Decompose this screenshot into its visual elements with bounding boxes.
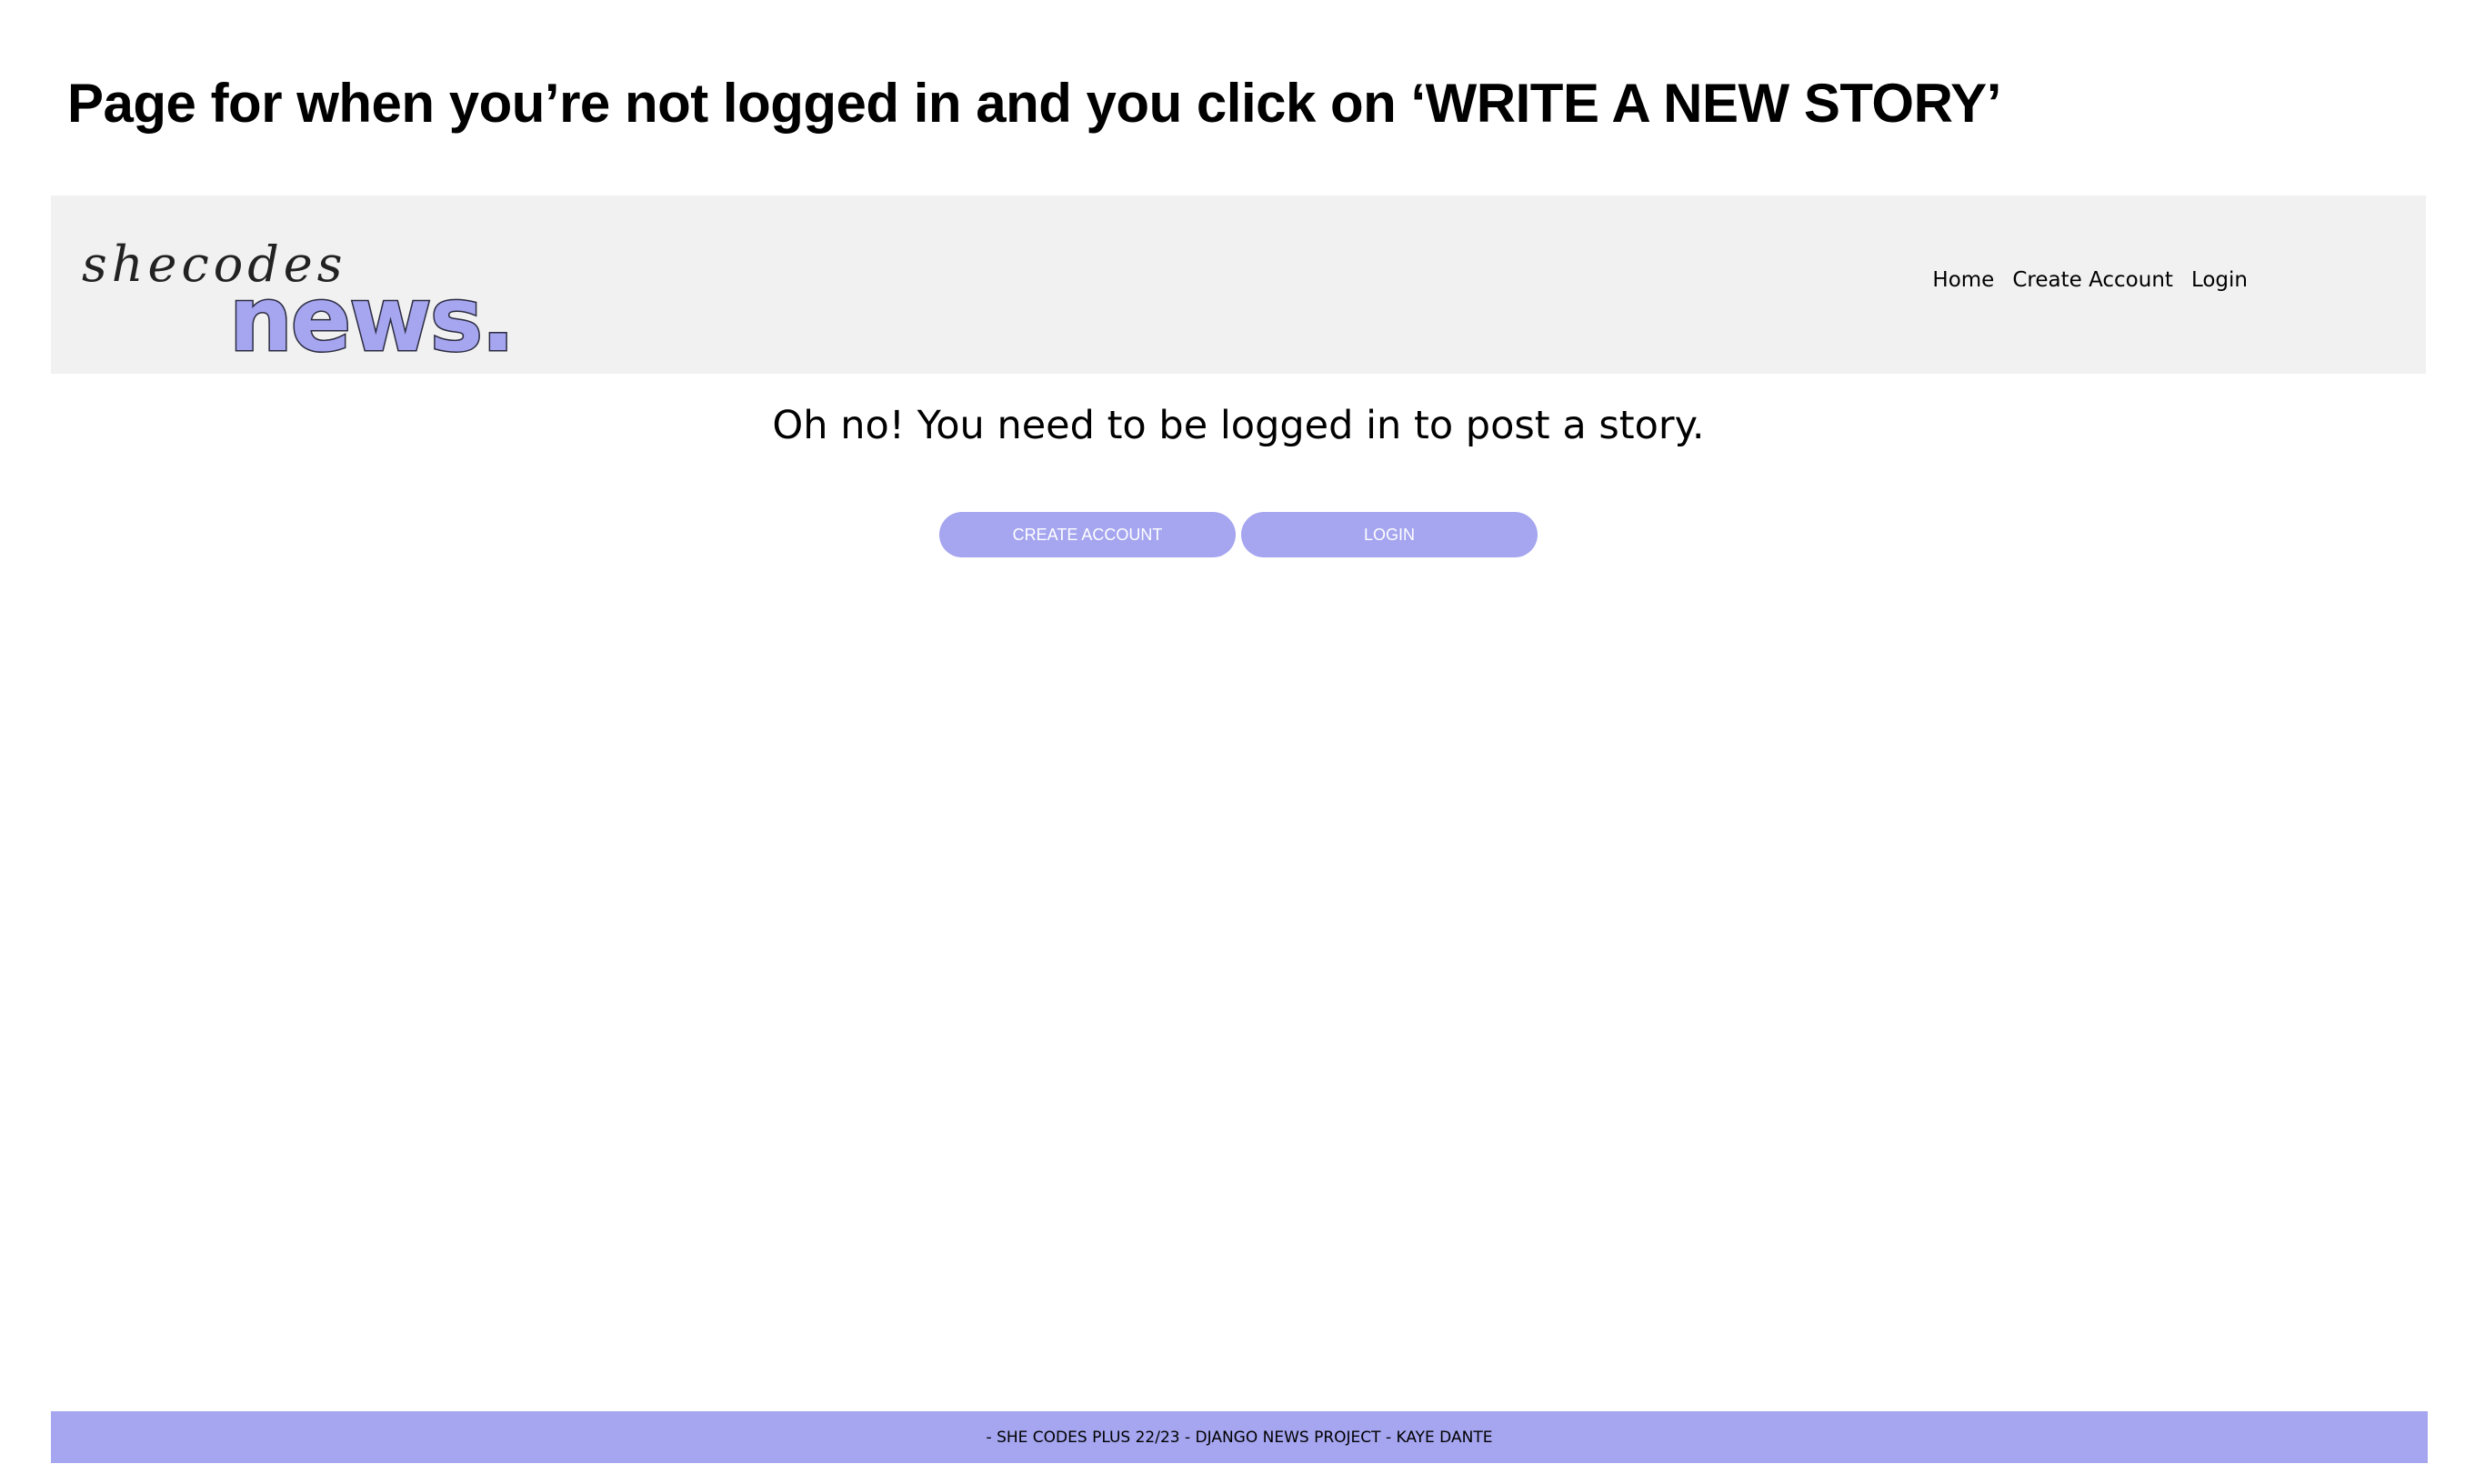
main-nav: Home Create Account Login [1932,268,2248,292]
auth-actions: CREATE ACCOUNT LOGIN [939,512,1538,557]
login-required-message: Oh no! You need to be logged in to post … [772,403,1705,448]
site-footer: - SHE CODES PLUS 22/23 - DJANGO NEWS PRO… [51,1411,2428,1463]
create-account-button[interactable]: CREATE ACCOUNT [939,512,1236,557]
site-header: shecodes news. Home Create Account Login [51,196,2426,374]
site-logo[interactable]: shecodes news. [78,216,533,361]
nav-home-link[interactable]: Home [1932,268,1994,292]
nav-login-link[interactable]: Login [2191,268,2248,292]
nav-create-account-link[interactable]: Create Account [2012,268,2173,292]
login-button[interactable]: LOGIN [1241,512,1538,557]
slide-title: Page for when you’re not logged in and y… [67,73,2001,134]
browser-page: shecodes news. Home Create Account Login… [51,196,2428,1463]
footer-text: - SHE CODES PLUS 22/23 - DJANGO NEWS PRO… [986,1428,1493,1447]
logo-news-text: news. [229,268,513,361]
